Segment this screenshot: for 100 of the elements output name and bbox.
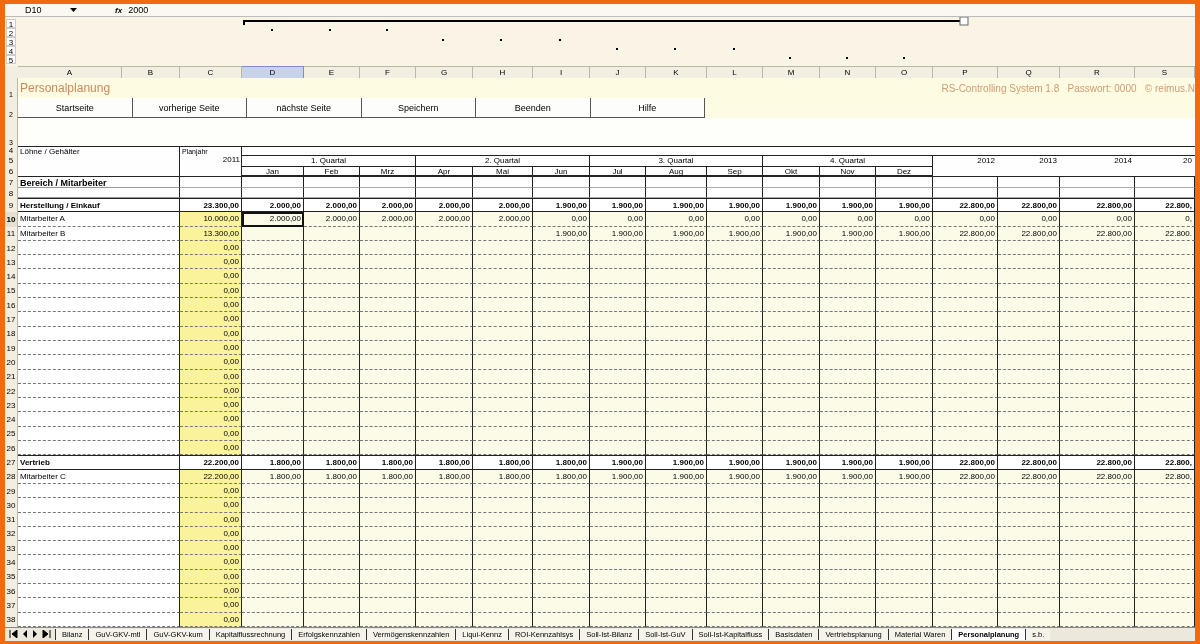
table-cell[interactable]: 0,00 — [180, 512, 242, 527]
nav-button[interactable]: Startseite — [18, 98, 133, 118]
table-cell[interactable]: 1.900,00 — [876, 226, 933, 241]
table-cell[interactable]: 22.800,00 — [998, 455, 1060, 470]
table-cell[interactable]: 22.800,00 — [1060, 198, 1135, 213]
table-cell[interactable]: 1.900,00 — [707, 455, 763, 470]
table-cell[interactable]: 0,00 — [180, 441, 242, 456]
table-cell[interactable]: 1.800,00 — [360, 455, 416, 470]
table-cell[interactable]: 0,00 — [180, 598, 242, 613]
row-header[interactable]: 13 — [5, 255, 18, 270]
table-cell[interactable]: 22.800,00 — [933, 226, 998, 241]
row-header[interactable]: 5 — [5, 155, 18, 166]
outline-level-button[interactable]: 5 — [6, 55, 16, 64]
nav-button[interactable]: vorherige Seite — [132, 98, 247, 118]
row-header[interactable]: 30 — [5, 498, 18, 513]
table-cell[interactable]: 1.800,00 — [416, 455, 473, 470]
table-cell[interactable]: 23.300,00 — [180, 198, 242, 213]
table-cell[interactable]: 1.900,00 — [876, 198, 933, 213]
table-cell[interactable]: 0,00 — [180, 283, 242, 299]
table-cell[interactable]: 22.800,00 — [933, 198, 998, 213]
table-cell[interactable]: 0,00 — [180, 383, 242, 399]
row-header[interactable]: 16 — [5, 298, 18, 313]
next-sheet-icon[interactable] — [32, 630, 38, 639]
table-cell[interactable]: 0, — [1135, 212, 1195, 227]
table-cell[interactable]: 0,00 — [1060, 212, 1135, 227]
first-sheet-icon[interactable] — [9, 630, 18, 639]
row-header[interactable]: 7 — [5, 176, 18, 188]
table-cell[interactable]: 1.900,00 — [707, 198, 763, 213]
table-cell[interactable]: 0,00 — [180, 312, 242, 327]
table-cell[interactable]: 0,00 — [180, 398, 242, 413]
table-cell[interactable]: 0,00 — [180, 555, 242, 570]
row-header[interactable]: 26 — [5, 441, 18, 456]
table-cell[interactable]: 1.900,00 — [763, 455, 820, 470]
table-cell[interactable]: 1.900,00 — [820, 198, 876, 213]
table-cell[interactable]: 2.000,00 — [473, 212, 533, 227]
row-header[interactable]: 36 — [5, 584, 18, 599]
row-header[interactable]: 24 — [5, 412, 18, 427]
table-cell[interactable]: 0,00 — [707, 212, 763, 227]
table-cell[interactable]: 0,00 — [180, 269, 242, 284]
row-header[interactable]: 17 — [5, 312, 18, 327]
table-cell[interactable]: 0,00 — [933, 212, 998, 227]
table-cell[interactable]: 1.800,00 — [242, 455, 304, 470]
table-cell[interactable]: 1.800,00 — [533, 455, 590, 470]
function-label[interactable]: fx — [115, 5, 123, 15]
table-cell[interactable]: 2.000,00 — [416, 212, 473, 227]
table-cell[interactable]: 2.000,00 — [304, 198, 360, 213]
table-cell[interactable]: 1.900,00 — [590, 198, 646, 213]
table-cell[interactable]: 2.000,00 — [242, 212, 304, 227]
table-cell[interactable]: 1.900,00 — [763, 198, 820, 213]
last-sheet-icon[interactable] — [42, 630, 51, 639]
nav-button[interactable]: Hilfe — [590, 98, 705, 118]
table-cell[interactable]: 0,00 — [180, 240, 242, 256]
table-cell[interactable]: 0,00 — [180, 355, 242, 370]
table-cell[interactable]: 0,00 — [646, 212, 707, 227]
table-cell[interactable]: 2.000,00 — [242, 198, 304, 213]
formula-field[interactable]: 2000 — [128, 5, 149, 15]
table-cell[interactable]: 0,00 — [180, 298, 242, 313]
table-cell[interactable]: 1.900,00 — [876, 455, 933, 470]
row-header[interactable]: 14 — [5, 269, 18, 284]
table-cell[interactable]: 1.900,00 — [590, 226, 646, 241]
table-cell[interactable]: 22.800,00 — [1060, 455, 1135, 470]
row-header[interactable]: 9 — [5, 198, 18, 213]
table-cell[interactable]: 22.800. — [1135, 226, 1195, 241]
table-cell[interactable]: 2.000,00 — [304, 212, 360, 227]
table-cell[interactable]: 0,00 — [533, 212, 590, 227]
table-cell[interactable]: 2.000,00 — [416, 198, 473, 213]
nav-button[interactable]: nächste Seite — [247, 98, 362, 118]
table-cell[interactable]: 1.900,00 — [646, 455, 707, 470]
table-cell[interactable]: 0,00 — [876, 212, 933, 227]
table-cell[interactable]: 0,00 — [998, 212, 1060, 227]
name-box[interactable]: D10 — [25, 5, 67, 15]
table-cell[interactable]: 2.000,00 — [360, 212, 416, 227]
table-cell[interactable]: 1.900,00 — [820, 226, 876, 241]
table-cell[interactable]: 0,00 — [180, 412, 242, 427]
row-header[interactable]: 20 — [5, 355, 18, 370]
nav-button[interactable]: Speichern — [361, 98, 476, 118]
table-cell[interactable]: 0,00 — [180, 584, 242, 599]
table-cell[interactable]: 0,00 — [820, 212, 876, 227]
table-cell[interactable]: 0,00 — [180, 369, 242, 384]
previous-sheet-icon[interactable] — [22, 630, 28, 639]
table-cell[interactable]: 0,00 — [590, 212, 646, 227]
table-cell[interactable]: 22.800, — [1135, 198, 1195, 213]
row-header[interactable]: 34 — [5, 555, 18, 570]
table-cell[interactable]: 1.900,00 — [707, 226, 763, 241]
table-cell[interactable]: 22.800,00 — [1060, 226, 1135, 241]
table-cell[interactable]: 0,00 — [180, 541, 242, 556]
table-cell[interactable]: 22.800, — [1135, 455, 1195, 470]
table-cell[interactable]: 13.300,00 — [180, 226, 242, 241]
table-cell[interactable]: 1.900,00 — [590, 455, 646, 470]
row-header[interactable]: 23 — [5, 398, 18, 413]
table-cell[interactable]: 10.000,00 — [180, 212, 242, 227]
table-cell[interactable]: 2.000,00 — [473, 198, 533, 213]
table-cell[interactable]: 1.900,00 — [533, 226, 590, 241]
table-cell[interactable]: 22.200,00 — [180, 455, 242, 470]
table-cell[interactable]: 0,00 — [180, 498, 242, 513]
table-cell[interactable]: 0,00 — [180, 526, 242, 542]
table-cell[interactable]: 0,00 — [763, 212, 820, 227]
table-cell[interactable]: 0,00 — [180, 255, 242, 270]
row-header[interactable]: 33 — [5, 541, 18, 556]
table-cell[interactable]: 22.800,00 — [933, 455, 998, 470]
